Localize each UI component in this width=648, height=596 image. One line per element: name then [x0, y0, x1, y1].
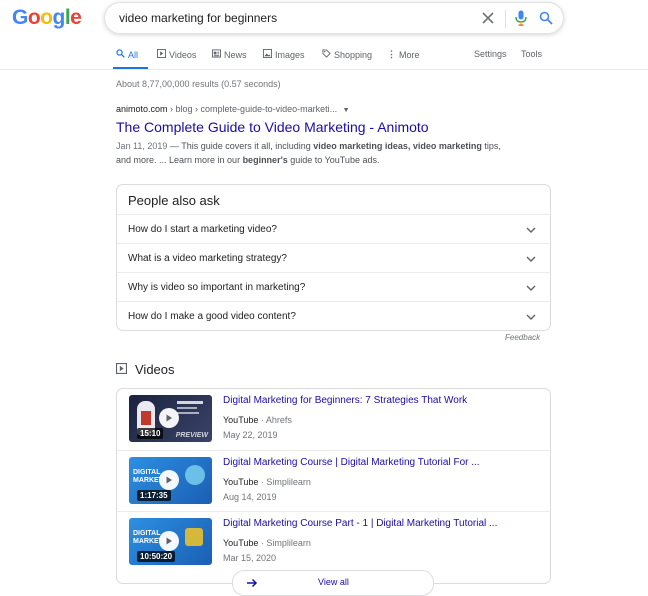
result-stats: About 8,77,00,000 results (0.57 seconds)	[116, 79, 281, 89]
video-source: YouTube	[223, 415, 259, 425]
play-icon	[159, 408, 179, 428]
video-item[interactable]: 15:10 PREVIEW Digital Marketing for Begi…	[117, 389, 550, 450]
tab-label: All	[128, 49, 139, 60]
paa-question-text: What is a video marketing strategy?	[128, 253, 287, 264]
video-icon	[157, 49, 166, 60]
search-result: animoto.com › blog › complete-guide-to-v…	[116, 104, 536, 167]
result-domain: animoto.com	[116, 104, 168, 114]
search-tabs: All Videos News Images Shopping ⋮ More S…	[0, 49, 648, 69]
preview-badge: PREVIEW	[175, 432, 208, 439]
paa-question-text: Why is video so important in marketing?	[128, 282, 306, 293]
tools-label: Tools	[521, 49, 543, 59]
video-title[interactable]: Digital Marketing Course | Digital Marke…	[223, 457, 480, 468]
video-title[interactable]: Digital Marketing Course Part - 1 | Digi…	[223, 518, 497, 529]
tab-label: More	[399, 49, 420, 60]
image-icon	[263, 49, 272, 60]
video-thumbnail[interactable]: DIGITAL MARKETING 1:17:35	[129, 457, 212, 504]
video-thumbnail[interactable]: DIGITAL MARKETING 10:50:20	[129, 518, 212, 565]
snippet-text: tips,	[481, 141, 501, 151]
search-input[interactable]: video marketing for beginners	[119, 11, 277, 25]
result-snippet: Jan 11, 2019 — This guide covers it all,…	[116, 139, 536, 167]
video-item[interactable]: DIGITAL MARKETING 1:17:35 Digital Market…	[117, 450, 550, 512]
chevron-down-icon	[525, 252, 537, 264]
tab-all[interactable]: All	[116, 49, 138, 60]
tab-label: News	[224, 49, 247, 60]
paa-question[interactable]: What is a video marketing strategy?	[117, 243, 550, 273]
result-url[interactable]: animoto.com › blog › complete-guide-to-v…	[116, 104, 536, 114]
result-path: › blog › complete-guide-to-video-marketi…	[167, 104, 338, 114]
video-date: Aug 14, 2019	[223, 492, 277, 502]
paa-question[interactable]: Why is video so important in marketing?	[117, 272, 550, 302]
tab-label: Shopping	[334, 49, 373, 60]
paa-question[interactable]: How do I start a marketing video?	[117, 214, 550, 244]
tab-label: Images	[275, 49, 305, 60]
video-icon	[116, 362, 127, 377]
snippet-text: guide to YouTube ads.	[287, 155, 380, 165]
feedback-link[interactable]: Feedback	[505, 333, 540, 342]
snippet-bold: video marketing ideas, video marketing	[313, 141, 482, 151]
video-duration: 15:10	[137, 428, 164, 439]
paa-question-text: How do I start a marketing video?	[128, 224, 277, 235]
mic-icon[interactable]	[512, 9, 530, 27]
paa-question[interactable]: How do I make a good video content?	[117, 301, 550, 331]
search-icon[interactable]	[537, 9, 555, 27]
search-divider	[505, 10, 506, 28]
video-title[interactable]: Digital Marketing for Beginners: 7 Strat…	[223, 395, 467, 406]
tab-label: Videos	[169, 49, 197, 60]
search-icon	[116, 49, 125, 60]
video-meta: YouTube · Simplilearn	[223, 538, 311, 548]
snippet-text: — This guide covers it all, including	[167, 141, 314, 151]
search-bar[interactable]: video marketing for beginners	[104, 2, 564, 34]
paa-title: People also ask	[128, 193, 220, 208]
caret-down-icon[interactable]: ▼	[343, 107, 350, 114]
snippet-bold: beginner's	[242, 155, 288, 165]
chevron-down-icon	[525, 310, 537, 322]
tab-more[interactable]: ⋮ More	[387, 49, 420, 60]
video-meta: YouTube · Ahrefs	[223, 415, 292, 425]
video-duration: 1:17:35	[137, 490, 171, 501]
settings-label: Settings	[474, 49, 507, 59]
video-meta: YouTube · Simplilearn	[223, 477, 311, 487]
video-channel: Simplilearn	[266, 477, 311, 487]
video-thumbnail[interactable]: 15:10 PREVIEW	[129, 395, 212, 442]
google-logo[interactable]: Google	[12, 6, 82, 30]
settings-link[interactable]: Settings	[474, 49, 507, 59]
video-channel: Simplilearn	[266, 538, 311, 548]
play-icon	[159, 531, 179, 551]
people-also-ask: People also ask How do I start a marketi…	[116, 184, 551, 331]
video-source: YouTube	[223, 538, 259, 548]
video-date: Mar 15, 2020	[223, 553, 277, 563]
video-source: YouTube	[223, 477, 259, 487]
videos-section-heading: Videos	[116, 362, 175, 377]
more-vert-icon: ⋮	[387, 49, 396, 59]
tab-videos[interactable]: Videos	[157, 49, 196, 60]
news-icon	[212, 49, 221, 60]
video-date: May 22, 2019	[223, 430, 278, 440]
arrow-right-icon	[245, 576, 259, 590]
tab-shopping[interactable]: Shopping	[322, 49, 372, 60]
result-date: Jan 11, 2019	[116, 141, 168, 151]
tab-images[interactable]: Images	[263, 49, 305, 60]
video-channel: Ahrefs	[265, 415, 292, 425]
tab-news[interactable]: News	[212, 49, 247, 60]
video-duration: 10:50:20	[137, 551, 176, 562]
clear-icon[interactable]	[479, 9, 497, 27]
chevron-down-icon	[525, 281, 537, 293]
header-divider	[0, 69, 648, 70]
play-icon	[159, 470, 179, 490]
view-all-button[interactable]: View all	[232, 570, 434, 596]
tools-link[interactable]: Tools	[521, 49, 542, 59]
snippet-text: and more. ... Learn more in our	[116, 155, 243, 165]
tag-icon	[322, 49, 331, 60]
videos-heading-label: Videos	[135, 362, 175, 377]
paa-question-text: How do I make a good video content?	[128, 311, 296, 322]
video-list: 15:10 PREVIEW Digital Marketing for Begi…	[116, 388, 551, 584]
video-item[interactable]: DIGITAL MARKETING 10:50:20 Digital Marke…	[117, 511, 550, 573]
chevron-down-icon	[525, 223, 537, 235]
view-all-label: View all	[318, 577, 349, 587]
result-title[interactable]: The Complete Guide to Video Marketing - …	[116, 119, 536, 135]
